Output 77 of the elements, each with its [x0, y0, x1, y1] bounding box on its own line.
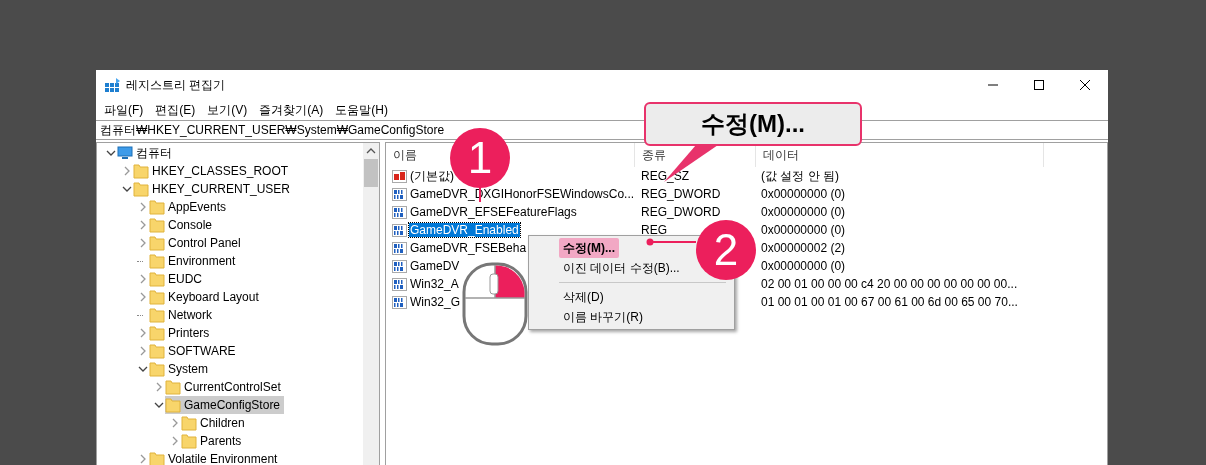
value-type: REG_DWORD — [641, 205, 721, 219]
menu-item[interactable]: 편집(E) — [149, 100, 202, 120]
computer-icon — [117, 145, 133, 161]
value-data: 02 00 01 00 00 00 c4 20 00 00 00 00 00 00 00... — [760, 277, 1018, 291]
tree-item[interactable]: GameConfigStore — [165, 396, 285, 414]
tree-item[interactable]: Environment — [149, 252, 240, 270]
menu-item[interactable]: 삭제(D) — [559, 287, 608, 307]
menu-item[interactable]: 수정(M)... — [559, 238, 619, 258]
binary-value-icon — [392, 222, 407, 238]
folder-icon — [133, 163, 149, 179]
folder-icon — [149, 235, 165, 251]
folder-icon — [149, 343, 165, 359]
callout-label: 수정(M)... — [644, 102, 862, 146]
value-data: 0x00000002 (2) — [760, 241, 846, 255]
binary-value-icon — [392, 240, 407, 256]
folder-icon — [149, 217, 165, 233]
menu-item[interactable]: 파일(F) — [98, 100, 150, 120]
value-name[interactable]: GameDV — [409, 259, 461, 273]
close-icon — [1080, 80, 1090, 90]
tree-item[interactable]: Control Panel — [149, 234, 245, 252]
app-icon — [104, 77, 120, 93]
binary-value-icon — [392, 294, 407, 310]
tree-item[interactable]: System — [149, 360, 212, 378]
tree-item[interactable]: AppEvents — [149, 198, 231, 216]
value-name[interactable]: Win32_A — [409, 277, 460, 291]
leader-line — [646, 238, 696, 246]
binary-value-icon — [392, 186, 407, 202]
step-marker: 2 — [696, 220, 756, 280]
window-title: 레지스트리 편집기 — [126, 76, 226, 94]
tree-item[interactable]: Parents — [181, 432, 246, 450]
menu-item[interactable]: 즐겨찾기(A) — [253, 100, 330, 120]
folder-icon — [149, 253, 165, 269]
folder-icon — [165, 397, 181, 413]
tree-item[interactable]: SOFTWARE — [149, 342, 240, 360]
folder-icon — [149, 289, 165, 305]
tree-item[interactable]: Printers — [149, 324, 214, 342]
menu-item[interactable]: 이름 바꾸기(R) — [559, 307, 647, 327]
binary-value-icon — [392, 258, 407, 274]
binary-value-icon — [392, 276, 407, 292]
value-data: 01 00 01 00 01 00 67 00 61 00 6d 00 65 00 70... — [760, 295, 1018, 309]
folder-icon — [149, 451, 165, 465]
value-name[interactable]: GameDVR_EFSEFeatureFlags — [409, 205, 578, 219]
folder-icon — [133, 181, 149, 197]
menu-item[interactable]: 도움말(H) — [329, 100, 394, 120]
scroll-up-icon[interactable] — [366, 147, 376, 155]
tree-item[interactable]: HKEY_CLASSES_ROOT — [133, 162, 293, 180]
menu-item[interactable]: 이진 데이터 수정(B)... — [559, 258, 684, 278]
tree-item[interactable]: EUDC — [149, 270, 206, 288]
tree-item[interactable]: Keyboard Layout — [149, 288, 263, 306]
maximize-icon — [1034, 80, 1044, 90]
binary-value-icon — [392, 204, 407, 220]
tree-item[interactable]: 컴퓨터 — [117, 144, 176, 162]
value-name[interactable]: GameDVR_FSEBeha — [409, 241, 528, 255]
scrollbar-thumb[interactable] — [364, 159, 378, 187]
tree-item[interactable]: CurrentControlSet — [165, 378, 285, 396]
folder-icon — [181, 433, 197, 449]
folder-icon — [149, 271, 165, 287]
value-data: (값 설정 안 됨) — [760, 167, 839, 185]
tree-item[interactable]: Volatile Environment — [149, 450, 282, 465]
folder-icon — [149, 325, 165, 341]
value-data: 0x00000000 (0) — [760, 205, 846, 219]
folder-icon — [149, 199, 165, 215]
value-type: REG_DWORD — [641, 187, 721, 201]
tree-item[interactable]: Children — [181, 414, 249, 432]
tree-item[interactable]: Console — [149, 216, 217, 234]
value-data: 0x00000000 (0) — [760, 259, 846, 273]
value-name[interactable]: GameDVR_Enabled — [409, 223, 520, 237]
folder-icon — [149, 307, 165, 323]
tree-item[interactable]: Network — [149, 306, 216, 324]
menu-item[interactable]: 보기(V) — [201, 100, 254, 120]
value-data: 0x00000000 (0) — [760, 223, 846, 237]
folder-icon — [149, 361, 165, 377]
value-data: 0x00000000 (0) — [760, 187, 846, 201]
value-name[interactable]: Win32_G — [409, 295, 462, 309]
string-value-icon — [392, 168, 407, 184]
tree-item[interactable]: HKEY_CURRENT_USER — [133, 180, 295, 198]
value-type: REG — [641, 223, 667, 237]
